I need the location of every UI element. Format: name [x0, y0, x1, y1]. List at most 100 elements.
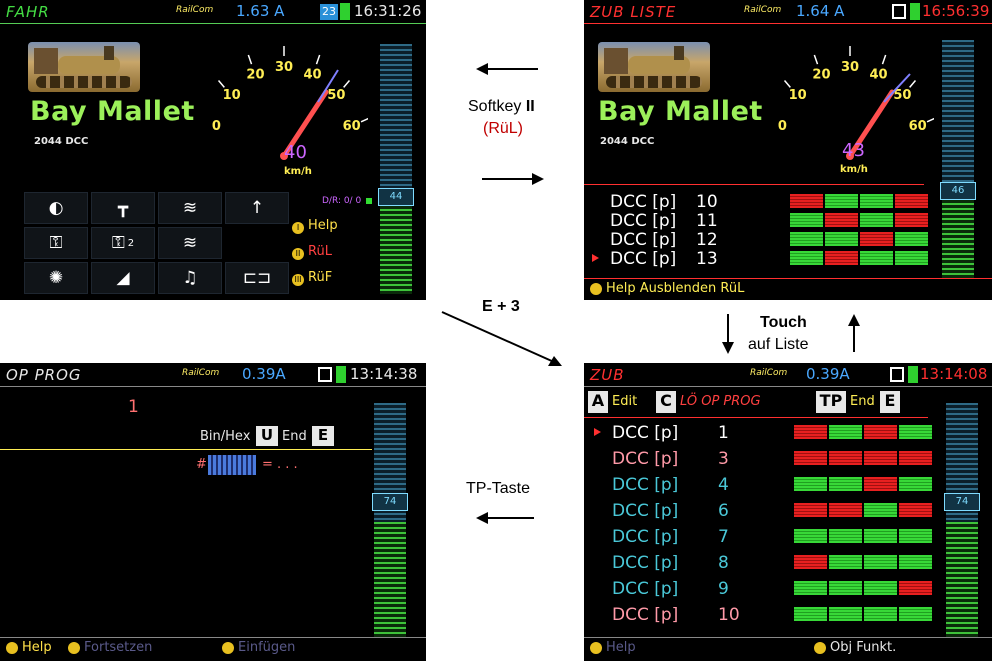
dial-tick-label: 20: [246, 67, 264, 82]
state-blocks[interactable]: [790, 232, 928, 246]
list-item-protocol[interactable]: DCC [p]: [610, 230, 676, 250]
railcom-logo: RailCom: [182, 368, 220, 378]
state-block: [794, 607, 827, 621]
list-item-protocol[interactable]: DCC [p]: [612, 423, 678, 443]
bit-input-field[interactable]: [208, 455, 256, 475]
footer-obj-funkt: Obj Funkt.: [830, 640, 897, 655]
softkey-ruf[interactable]: III RüF: [292, 270, 332, 286]
shunt-icon[interactable]: ⊏⊐: [225, 262, 289, 294]
list-item-protocol[interactable]: DCC [p]: [610, 192, 676, 212]
footer-help: Help: [606, 640, 636, 655]
bell-icon[interactable]: ≋: [158, 227, 222, 259]
state-block: [899, 477, 932, 491]
state-blocks[interactable]: [794, 607, 932, 621]
dial-tick: [926, 117, 934, 123]
footer-bar: Help Ausblenden RüL: [584, 278, 992, 300]
state-blocks[interactable]: [794, 425, 932, 439]
speed-value: 43: [842, 140, 865, 161]
e-key[interactable]: E: [880, 391, 900, 413]
screen-zub-liste: ZUB LISTE RailCom 1.64 A 16:56:39 Bay Ma…: [584, 0, 992, 300]
state-blocks[interactable]: [794, 555, 932, 569]
state-block: [829, 503, 862, 517]
slider-value: 74: [372, 493, 408, 511]
music-icon[interactable]: ♫: [158, 262, 222, 294]
loco-name: Bay Mallet: [598, 96, 763, 127]
selection-marker: [594, 428, 601, 436]
speed-slider[interactable]: 46: [940, 40, 976, 278]
list-item-protocol[interactable]: DCC [p]: [612, 605, 678, 625]
flash-icon[interactable]: ✺: [24, 262, 88, 294]
state-block: [794, 581, 827, 595]
e-key[interactable]: E: [312, 426, 334, 446]
continue-softkey-icon[interactable]: [68, 642, 80, 654]
smoke2-icon[interactable]: ⚿ 2: [91, 227, 155, 259]
softkey-rul[interactable]: II RüL: [292, 244, 332, 260]
state-blocks[interactable]: [794, 529, 932, 543]
insert-softkey-icon[interactable]: [222, 642, 234, 654]
battery-icon: [340, 3, 350, 20]
speed-slider[interactable]: 74: [372, 403, 408, 637]
coupler-icon[interactable]: ┳: [91, 192, 155, 224]
dial-tick: [217, 80, 225, 88]
cv-value: 1: [128, 397, 139, 417]
list-item-number: 11: [696, 211, 718, 231]
railcom-logo: RailCom: [750, 368, 788, 378]
radio-icon[interactable]: ◢: [91, 262, 155, 294]
dial-tick-label: 20: [812, 67, 830, 82]
footer-continue: Fortsetzen: [84, 640, 153, 655]
speed-slider[interactable]: 74: [944, 403, 980, 637]
u-key[interactable]: U: [256, 426, 278, 446]
list-item-number: 10: [696, 192, 718, 212]
smoke-icon[interactable]: ⚿: [24, 227, 88, 259]
state-blocks[interactable]: [794, 451, 932, 465]
state-blocks[interactable]: [790, 194, 928, 208]
dial-tick: [909, 80, 917, 88]
equals-readout: = . . .: [262, 457, 298, 472]
state-block: [829, 477, 862, 491]
railcom-logo: RailCom: [744, 5, 782, 15]
dial-tick: [813, 54, 819, 65]
obj-softkey-icon[interactable]: [814, 642, 826, 654]
state-block: [829, 425, 862, 439]
list-item-protocol[interactable]: DCC [p]: [612, 501, 678, 521]
list-item-protocol[interactable]: DCC [p]: [610, 249, 676, 269]
screen-zub: ZUB RailCom 0.39A 13:14:08 A Edit C LÖ O…: [584, 363, 992, 661]
list-item-protocol[interactable]: DCC [p]: [612, 527, 678, 547]
state-blocks[interactable]: [794, 477, 932, 491]
tp-key[interactable]: TP: [816, 391, 846, 413]
state-blocks[interactable]: [794, 581, 932, 595]
title-bar: ZUB RailCom 0.39A 13:14:08: [584, 363, 992, 387]
light-icon[interactable]: ◐: [24, 192, 88, 224]
dial-tick-label: 40: [869, 67, 887, 82]
current-readout: 1.64 A: [796, 2, 845, 20]
state-block: [794, 451, 827, 465]
state-block: [790, 232, 823, 246]
softkey-help[interactable]: I Help: [292, 218, 338, 234]
speed-unit: km/h: [840, 164, 868, 175]
list-item-protocol[interactable]: DCC [p]: [612, 553, 678, 573]
a-key[interactable]: A: [588, 391, 608, 413]
list-item-protocol[interactable]: DCC [p]: [612, 579, 678, 599]
list-item-protocol[interactable]: DCC [p]: [612, 475, 678, 495]
direction-up-icon[interactable]: ↑: [225, 192, 289, 224]
state-block: [829, 607, 862, 621]
horn-icon[interactable]: ≋: [158, 192, 222, 224]
state-blocks[interactable]: [790, 251, 928, 265]
locomotive-image: [28, 42, 140, 92]
footer-bar: Help Obj Funkt.: [584, 637, 992, 659]
help-softkey-icon[interactable]: [590, 283, 602, 295]
list-item-number: 9: [718, 579, 729, 599]
speed-slider[interactable]: 44: [378, 44, 414, 294]
help-softkey-icon[interactable]: [6, 642, 18, 654]
list-item-protocol[interactable]: DCC [p]: [612, 449, 678, 469]
state-block: [899, 425, 932, 439]
arrowhead: [532, 173, 544, 185]
list-item-protocol[interactable]: DCC [p]: [610, 211, 676, 231]
c-key[interactable]: C: [656, 391, 676, 413]
state-blocks[interactable]: [790, 213, 928, 227]
state-blocks[interactable]: [794, 503, 932, 517]
auf-liste-annotation: auf Liste: [748, 336, 809, 353]
dial-tick: [343, 80, 351, 88]
help-softkey-icon[interactable]: [590, 642, 602, 654]
locomotive-image: [598, 42, 710, 92]
